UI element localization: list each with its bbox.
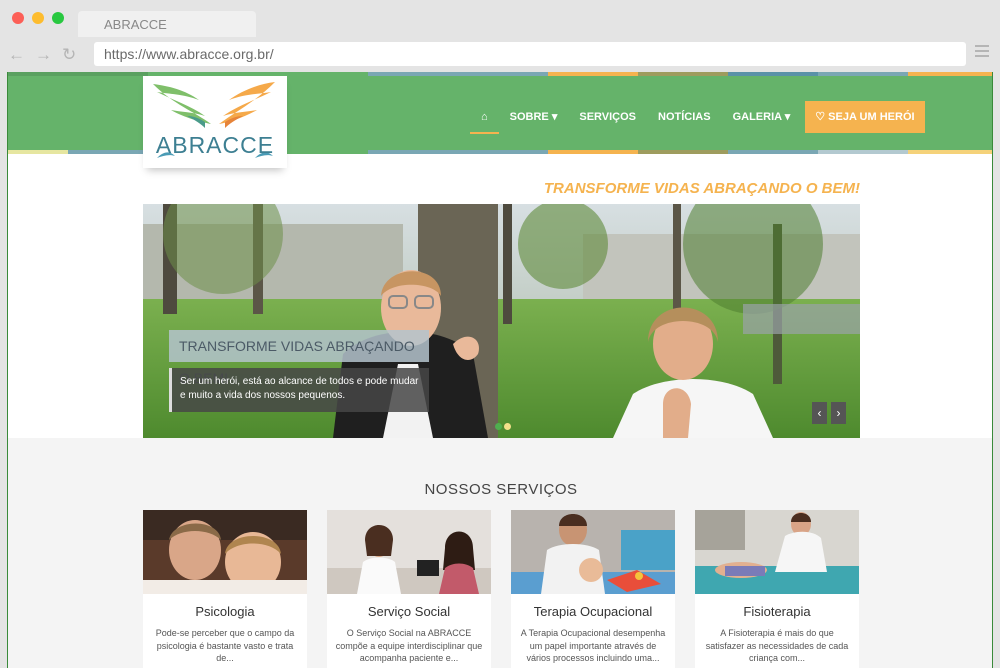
- slide-caption-text: Ser um herói, está ao alcance de todos e…: [169, 368, 429, 412]
- back-icon[interactable]: ←: [8, 45, 25, 65]
- browser-chrome: ABRACCE ← → ↻ https://www.abracce.org.br…: [0, 0, 1000, 72]
- service-card-terapia-ocupacional[interactable]: Terapia Ocupacional A Terapia Ocupaciona…: [511, 510, 675, 668]
- slide-indicator-1[interactable]: [495, 423, 502, 430]
- nav-home[interactable]: ⌂: [470, 100, 499, 134]
- minimize-window-button[interactable]: [32, 12, 44, 24]
- nav-galeria[interactable]: GALERIA ▾: [722, 100, 802, 134]
- header-stripe: [638, 150, 728, 154]
- hero-slider[interactable]: TRANSFORME VIDAS ABRAÇANDO O BEM! Ser um…: [143, 204, 860, 438]
- nav-sobre[interactable]: SOBRE ▾: [499, 100, 569, 134]
- url-text: https://www.abracce.org.br/: [104, 46, 274, 62]
- services-section: NOSSOS SERVIÇOS Psicologia Pode-se perce…: [8, 438, 992, 668]
- slider-prev-button[interactable]: ‹: [812, 402, 827, 424]
- service-text: A Terapia Ocupacional desempenha um pape…: [520, 628, 666, 663]
- main-nav: ⌂ SOBRE ▾ SERVIÇOS NOTÍCIAS GALERIA ▾ ♡ …: [470, 100, 925, 134]
- header-stripe: [548, 72, 638, 76]
- browser-tab[interactable]: ABRACCE: [78, 11, 256, 37]
- reload-icon[interactable]: ↻: [62, 45, 76, 65]
- header-stripe: [638, 72, 728, 76]
- service-title: Serviço Social: [367, 604, 451, 619]
- window-controls: [12, 12, 64, 24]
- services-title: NOSSOS SERVIÇOS: [424, 481, 578, 498]
- service-text: A Fisioterapia é mais do que satisfazer …: [705, 628, 849, 663]
- seja-um-heroi-button[interactable]: ♡ SEJA UM HERÓI: [805, 101, 925, 133]
- header-stripe: [728, 72, 818, 76]
- service-image: [511, 510, 675, 594]
- logo-text: ABRACCE: [155, 132, 275, 158]
- service-card-psicologia[interactable]: Psicologia Pode-se perceber que o campo …: [143, 510, 307, 668]
- service-title: Psicologia: [195, 604, 255, 619]
- forward-icon[interactable]: →: [35, 45, 52, 65]
- maximize-window-button[interactable]: [52, 12, 64, 24]
- site-header: ABRACCE ⌂ SOBRE ▾ SERVIÇOS NOTÍCIAS GALE…: [8, 72, 992, 168]
- browser-nav: ← → ↻: [8, 45, 76, 65]
- service-title: Terapia Ocupacional: [533, 604, 653, 619]
- nav-servicos[interactable]: SERVIÇOS: [568, 100, 647, 134]
- site-tagline: TRANSFORME VIDAS ABRAÇANDO O BEM!: [543, 180, 860, 197]
- header-stripe: [818, 150, 908, 154]
- service-title: Fisioterapia: [743, 604, 811, 619]
- nav-noticias[interactable]: NOTÍCIAS: [647, 100, 722, 134]
- close-window-button[interactable]: [12, 12, 24, 24]
- service-image: [143, 510, 307, 594]
- header-stripe: [728, 150, 818, 154]
- slide-caption-title: TRANSFORME VIDAS ABRAÇANDO O BEM!: [169, 330, 429, 386]
- header-stripe: [368, 72, 548, 76]
- header-stripe: [908, 150, 992, 154]
- header-stripe: [908, 72, 992, 76]
- header-stripe: [818, 72, 908, 76]
- slide-indicator-2[interactable]: [504, 423, 511, 430]
- header-stripe: [368, 150, 548, 154]
- service-card-servico-social[interactable]: Serviço Social O Serviço Social na ABRAC…: [327, 510, 491, 668]
- service-card-fisioterapia[interactable]: Fisioterapia A Fisioterapia é mais do qu…: [695, 510, 859, 668]
- header-stripe: [548, 150, 638, 154]
- address-bar[interactable]: https://www.abracce.org.br/: [94, 42, 966, 66]
- header-stripe: [8, 150, 68, 154]
- web-page: ABRACCE ⌂ SOBRE ▾ SERVIÇOS NOTÍCIAS GALE…: [7, 72, 993, 668]
- home-icon: ⌂: [481, 111, 488, 123]
- service-image: [327, 510, 491, 594]
- browser-menu-icon[interactable]: [975, 45, 989, 59]
- service-text: Pode-se perceber que o campo da psicolog…: [155, 628, 295, 663]
- header-stripe: [8, 72, 148, 76]
- tab-title: ABRACCE: [104, 17, 167, 32]
- header-stripe: [68, 150, 148, 154]
- service-text: O Serviço Social na ABRACCE compõe a equ…: [335, 628, 483, 663]
- service-image: [695, 510, 859, 594]
- site-logo[interactable]: ABRACCE: [143, 76, 287, 168]
- slider-next-button[interactable]: ›: [831, 402, 846, 424]
